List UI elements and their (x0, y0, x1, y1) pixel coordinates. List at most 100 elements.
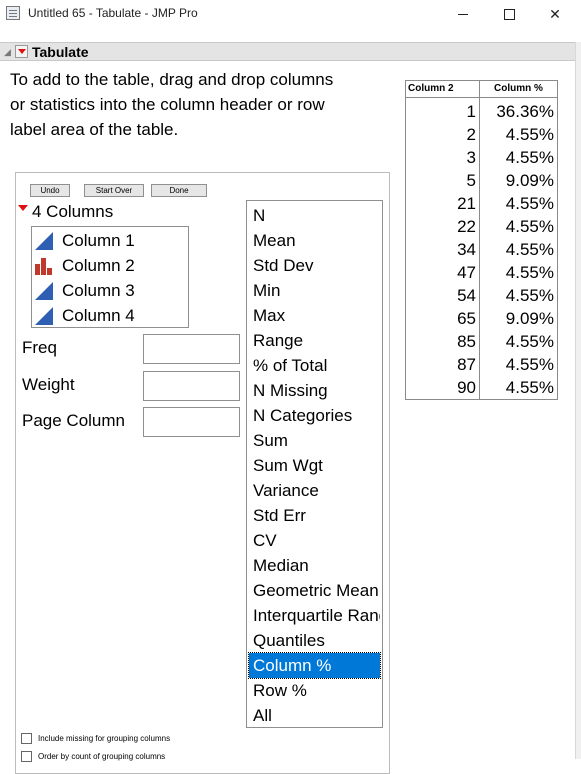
cell-category: 34 (457, 240, 476, 259)
cell-category: 90 (457, 378, 476, 397)
column-item-label: Column 3 (62, 280, 135, 300)
weight-label: Weight (22, 375, 75, 394)
cell-value: 4.55% (505, 286, 554, 305)
table-header-column-pct[interactable]: Column % (480, 81, 557, 98)
stat-item-selected[interactable]: Column % (248, 652, 381, 679)
cell-category: 47 (457, 263, 476, 282)
table-row: 34 4.55% (406, 238, 557, 261)
instructions-text: To add to the table, drag and drop colum… (10, 70, 334, 139)
column-item-label: Column 1 (62, 230, 135, 250)
column-item-label: Column 2 (62, 255, 135, 275)
stat-item[interactable]: Std Err (249, 503, 380, 528)
table-header-column2[interactable]: Column 2 (406, 81, 480, 98)
result-table: Column 2 Column % 1 36.36% 2 4.55% 3 4.55% … (405, 80, 558, 400)
vertical-scrollbar[interactable] (575, 42, 581, 759)
order-by-count-label: Order by count of grouping columns (38, 752, 166, 761)
title-bar: Untitled 65 - Tabulate - JMP Pro ✕ (0, 0, 581, 28)
start-over-button[interactable]: Start Over (84, 184, 144, 197)
stat-item[interactable]: % of Total (249, 353, 380, 378)
stat-item[interactable]: Range (249, 328, 380, 353)
stat-item[interactable]: Max (249, 303, 380, 328)
cell-category: 85 (457, 332, 476, 351)
table-row: 65 9.09% (406, 307, 557, 330)
page-column-drop-zone[interactable] (143, 407, 240, 437)
stat-item[interactable]: Min (249, 278, 380, 303)
include-missing-checkbox[interactable] (21, 733, 32, 744)
stat-item[interactable]: N Missing (249, 378, 380, 403)
cell-value: 4.55% (505, 355, 554, 374)
table-row: 54 4.55% (406, 284, 557, 307)
stat-item[interactable]: Variance (249, 478, 380, 503)
table-row: 90 4.55% (406, 376, 557, 399)
column-list-item[interactable]: Column 4 (34, 303, 135, 328)
cell-value: 4.55% (505, 148, 554, 167)
table-row: 3 4.55% (406, 146, 557, 169)
stat-item[interactable]: Geometric Mean (249, 578, 380, 603)
cell-category: 1 (466, 102, 476, 121)
table-row: 1 36.36% (406, 100, 557, 123)
continuous-icon (35, 281, 53, 300)
red-triangle-menu-icon[interactable] (15, 45, 28, 58)
maximize-button[interactable] (486, 0, 532, 28)
cell-value: 36.36% (496, 102, 554, 121)
stat-item[interactable]: Row % (249, 678, 380, 703)
stat-item[interactable]: Sum (249, 428, 380, 453)
column-list-item[interactable]: Column 3 (34, 278, 135, 303)
weight-drop-zone[interactable] (143, 371, 240, 401)
freq-drop-zone[interactable] (143, 334, 240, 364)
undo-button[interactable]: Undo (30, 184, 70, 197)
stat-item[interactable]: N Categories (249, 403, 380, 428)
table-row: 2 4.55% (406, 123, 557, 146)
window-title: Untitled 65 - Tabulate - JMP Pro (28, 6, 198, 20)
cell-value: 4.55% (505, 332, 554, 351)
order-by-count-checkbox[interactable] (21, 751, 32, 762)
continuous-icon (35, 231, 53, 250)
page-column-label: Page Column (22, 411, 126, 430)
column-list-item[interactable]: Column 1 (34, 228, 135, 253)
minimize-icon (458, 13, 468, 15)
stat-item[interactable]: Sum Wgt (249, 453, 380, 478)
freq-label: Freq (22, 338, 57, 357)
nominal-icon (35, 257, 52, 275)
columns-menu-icon[interactable] (18, 205, 28, 211)
stat-item[interactable]: Median (249, 553, 380, 578)
table-row: 47 4.55% (406, 261, 557, 284)
done-button[interactable]: Done (151, 184, 207, 197)
stat-item[interactable]: Quantiles (249, 628, 380, 653)
cell-value: 4.55% (505, 240, 554, 259)
cell-category: 65 (457, 309, 476, 328)
stat-item[interactable]: Interquartile Range (249, 603, 380, 628)
maximize-icon (503, 8, 515, 20)
minimize-button[interactable] (440, 0, 486, 28)
cell-value: 4.55% (505, 263, 554, 282)
cell-value: 4.55% (505, 217, 554, 236)
table-row: 21 4.55% (406, 192, 557, 215)
cell-value: 4.55% (505, 125, 554, 144)
cell-category: 3 (466, 148, 476, 167)
stat-item[interactable]: Mean (249, 228, 380, 253)
include-missing-label: Include missing for grouping columns (38, 734, 171, 743)
tabulate-outline-header: ◢ Tabulate (0, 42, 575, 61)
cell-value: 9.09% (505, 309, 554, 328)
table-row: 87 4.55% (406, 353, 557, 376)
cell-category: 22 (457, 217, 476, 236)
cell-value: 9.09% (505, 171, 554, 190)
disclosure-icon[interactable]: ◢ (4, 47, 11, 58)
table-row: 85 4.55% (406, 330, 557, 353)
column-item-label: Column 4 (62, 305, 135, 325)
stat-item[interactable]: N (249, 203, 380, 228)
continuous-icon (35, 306, 53, 325)
stat-item[interactable]: CV (249, 528, 380, 553)
app-icon (6, 6, 20, 20)
statistics-list: N Mean Std Dev Min Max Range % of Total … (246, 200, 383, 728)
close-button[interactable]: ✕ (532, 0, 578, 28)
column-list-item[interactable]: Column 2 (34, 253, 135, 278)
cell-category: 87 (457, 355, 476, 374)
column-list: Column 1 Column 2 Column 3 Column 4 (31, 226, 189, 328)
stat-item[interactable]: Std Dev (249, 253, 380, 278)
table-row: 5 9.09% (406, 169, 557, 192)
cell-category: 5 (466, 171, 476, 190)
cell-value: 4.55% (505, 378, 554, 397)
stat-item[interactable]: All (249, 703, 380, 727)
table-row: 22 4.55% (406, 215, 557, 238)
